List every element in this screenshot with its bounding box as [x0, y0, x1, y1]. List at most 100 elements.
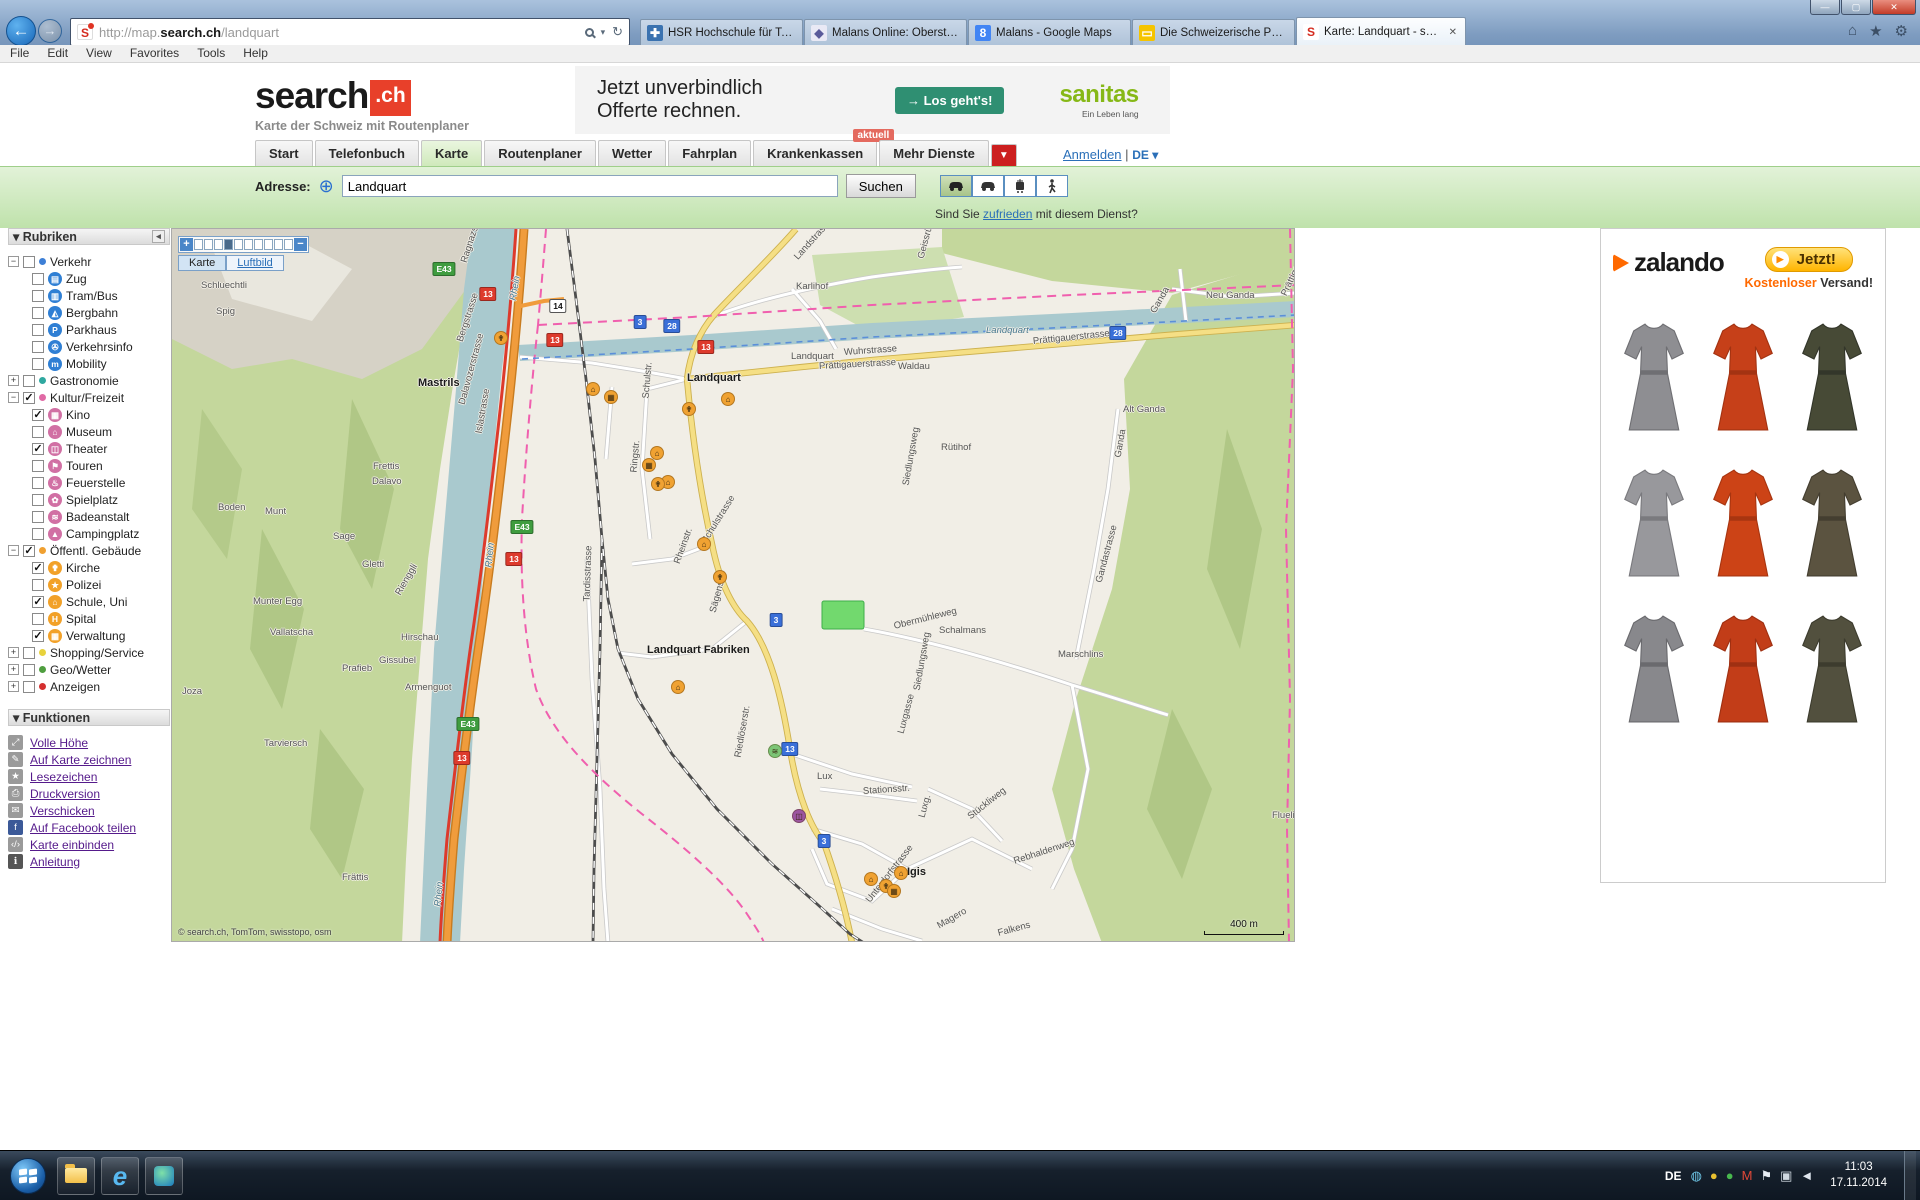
tab-start[interactable]: Start	[255, 140, 313, 166]
menu-edit[interactable]: Edit	[47, 46, 68, 61]
security-shield-icon[interactable]: ●	[1710, 1169, 1718, 1182]
product-dress-8[interactable]	[1698, 600, 1787, 738]
start-button[interactable]	[10, 1158, 46, 1194]
sidebar-item-kirche[interactable]: ✓✟Kirche	[8, 559, 170, 576]
language-selector[interactable]: DE ▾	[1132, 148, 1158, 162]
checkbox-touren[interactable]	[32, 460, 44, 472]
tab-close-icon[interactable]: ✕	[1447, 27, 1459, 38]
checkbox-kino[interactable]: ✓	[32, 409, 44, 421]
collapse-node-icon[interactable]: −	[8, 392, 19, 403]
taskbar-media-icon[interactable]	[145, 1157, 183, 1195]
address-input[interactable]	[342, 175, 838, 197]
sidebar-item-theater[interactable]: ✓◫Theater	[8, 440, 170, 457]
sidebar-group-kultur-freizeit[interactable]: −✓Kultur/Freizeit	[8, 389, 170, 406]
banner-cta-button[interactable]: → Los geht's!	[895, 87, 1004, 114]
map-poi[interactable]: ✟	[494, 331, 508, 345]
product-dress-7[interactable]	[1609, 600, 1698, 738]
product-dress-3[interactable]	[1788, 308, 1877, 446]
refresh-icon[interactable]: ↻	[612, 24, 623, 40]
taskbar-explorer-icon[interactable]	[57, 1157, 95, 1195]
map-viewport[interactable]: SchluechtliSpigRagnazstrasseRheinBergstr…	[171, 228, 1295, 942]
back-button[interactable]: ←	[6, 16, 36, 46]
zoom-step[interactable]	[194, 239, 203, 250]
locate-crosshair-icon[interactable]: ⊕	[319, 177, 334, 195]
more-services-dropdown[interactable]: ▼	[991, 144, 1017, 166]
map-poi[interactable]: ▦	[604, 390, 618, 404]
product-dress-2[interactable]	[1698, 308, 1787, 446]
sidebar-collapse-button[interactable]: ◂	[152, 230, 165, 243]
map-poi[interactable]: ≋	[768, 744, 782, 758]
menu-favorites[interactable]: Favorites	[130, 46, 179, 61]
map-poi[interactable]: ▦	[887, 884, 901, 898]
map-poi[interactable]: ⌂	[721, 392, 735, 406]
zoom-out-button[interactable]: −	[294, 238, 307, 251]
function-karte-einbinden[interactable]: ‹/›Karte einbinden	[8, 836, 170, 853]
function-link[interactable]: Anleitung	[30, 855, 80, 869]
map-poi[interactable]: ◫	[792, 809, 806, 823]
zoom-step[interactable]	[214, 239, 223, 250]
map-poi[interactable]: ✟	[651, 477, 665, 491]
checkbox-zug[interactable]	[32, 273, 44, 285]
sidebar-item-bergbahn[interactable]: ◭Bergbahn	[8, 304, 170, 321]
expand-node-icon[interactable]: +	[8, 375, 19, 386]
dropdown-caret-icon[interactable]: ▾	[601, 27, 606, 38]
browser-tab-malans-online-oberstufe[interactable]: ◆Malans Online: Oberstufe	[804, 19, 967, 46]
sidebar-group-gastronomie[interactable]: +Gastronomie	[8, 372, 170, 389]
forward-button[interactable]: →	[38, 19, 62, 43]
sidebar-item-mobility[interactable]: mMobility	[8, 355, 170, 372]
checkbox-theater[interactable]: ✓	[32, 443, 44, 455]
mode-walk[interactable]	[1036, 175, 1068, 197]
function-auf-karte-zeichnen[interactable]: ✎Auf Karte zeichnen	[8, 751, 170, 768]
tab-routenplaner[interactable]: Routenplaner	[484, 140, 596, 166]
product-dress-9[interactable]	[1788, 600, 1877, 738]
product-dress-1[interactable]	[1609, 308, 1698, 446]
zoom-step[interactable]	[284, 239, 293, 250]
checkbox-verwaltung[interactable]: ✓	[32, 630, 44, 642]
product-dress-4[interactable]	[1609, 454, 1698, 592]
sidebar-item-zug[interactable]: ▤Zug	[8, 270, 170, 287]
mcafee-icon[interactable]: M	[1742, 1169, 1753, 1182]
minimize-button[interactable]: —	[1810, 0, 1840, 15]
checkbox-gastronomie[interactable]	[23, 375, 35, 387]
checkbox-mobility[interactable]	[32, 358, 44, 370]
url-text[interactable]: http://map.search.ch/landquart	[99, 25, 579, 40]
map-poi[interactable]: ⌂	[864, 872, 878, 886]
zufrieden-link[interactable]: zufrieden	[983, 207, 1032, 221]
function-link[interactable]: Druckversion	[30, 787, 100, 801]
sidebar-item-parkhaus[interactable]: PParkhaus	[8, 321, 170, 338]
mode-car-active[interactable]	[940, 175, 972, 197]
map-poi[interactable]: ⌂	[671, 680, 685, 694]
checkbox-tram-bus[interactable]	[32, 290, 44, 302]
zoom-step[interactable]	[254, 239, 263, 250]
sidebar-group-anzeigen[interactable]: +Anzeigen	[8, 678, 170, 695]
zoom-step[interactable]	[264, 239, 273, 250]
home-icon[interactable]: ⌂	[1848, 22, 1857, 40]
tab-krankenkassen[interactable]: Krankenkassenaktuell	[753, 140, 877, 166]
mode-transit[interactable]	[1004, 175, 1036, 197]
checkbox-kultur-freizeit[interactable]: ✓	[23, 392, 35, 404]
expand-node-icon[interactable]: +	[8, 681, 19, 692]
checkbox-spital[interactable]	[32, 613, 44, 625]
sidebar-group-shopping-service[interactable]: +Shopping/Service	[8, 644, 170, 661]
zoom-step[interactable]	[274, 239, 283, 250]
sidebar-group-geo-wetter[interactable]: +Geo/Wetter	[8, 661, 170, 678]
checkbox-öffentl-gebäude[interactable]: ✓	[23, 545, 35, 557]
function-link[interactable]: Volle Höhe	[30, 736, 88, 750]
show-desktop-button[interactable]	[1904, 1151, 1916, 1200]
sidebar-item-verkehrsinfo[interactable]: ✇Verkehrsinfo	[8, 338, 170, 355]
function-link[interactable]: Lesezeichen	[30, 770, 97, 784]
function-lesezeichen[interactable]: ★Lesezeichen	[8, 768, 170, 785]
map-poi[interactable]: ✟	[713, 570, 727, 584]
tab-wetter[interactable]: Wetter	[598, 140, 666, 166]
browser-tab-hsr-hochschule-für-technik-r[interactable]: ✚HSR Hochschule für Technik R...	[640, 19, 803, 46]
zoom-step-current[interactable]	[224, 239, 233, 250]
update-orb-icon[interactable]: ●	[1726, 1169, 1734, 1182]
expand-node-icon[interactable]: +	[8, 664, 19, 675]
sidebar-item-polizei[interactable]: ★Polizei	[8, 576, 170, 593]
checkbox-kirche[interactable]: ✓	[32, 562, 44, 574]
checkbox-polizei[interactable]	[32, 579, 44, 591]
checkbox-geo-wetter[interactable]	[23, 664, 35, 676]
sidebar-item-spielplatz[interactable]: ✿Spielplatz	[8, 491, 170, 508]
search-button[interactable]: Suchen	[846, 174, 916, 198]
sidebar-item-tram-bus[interactable]: ▥Tram/Bus	[8, 287, 170, 304]
